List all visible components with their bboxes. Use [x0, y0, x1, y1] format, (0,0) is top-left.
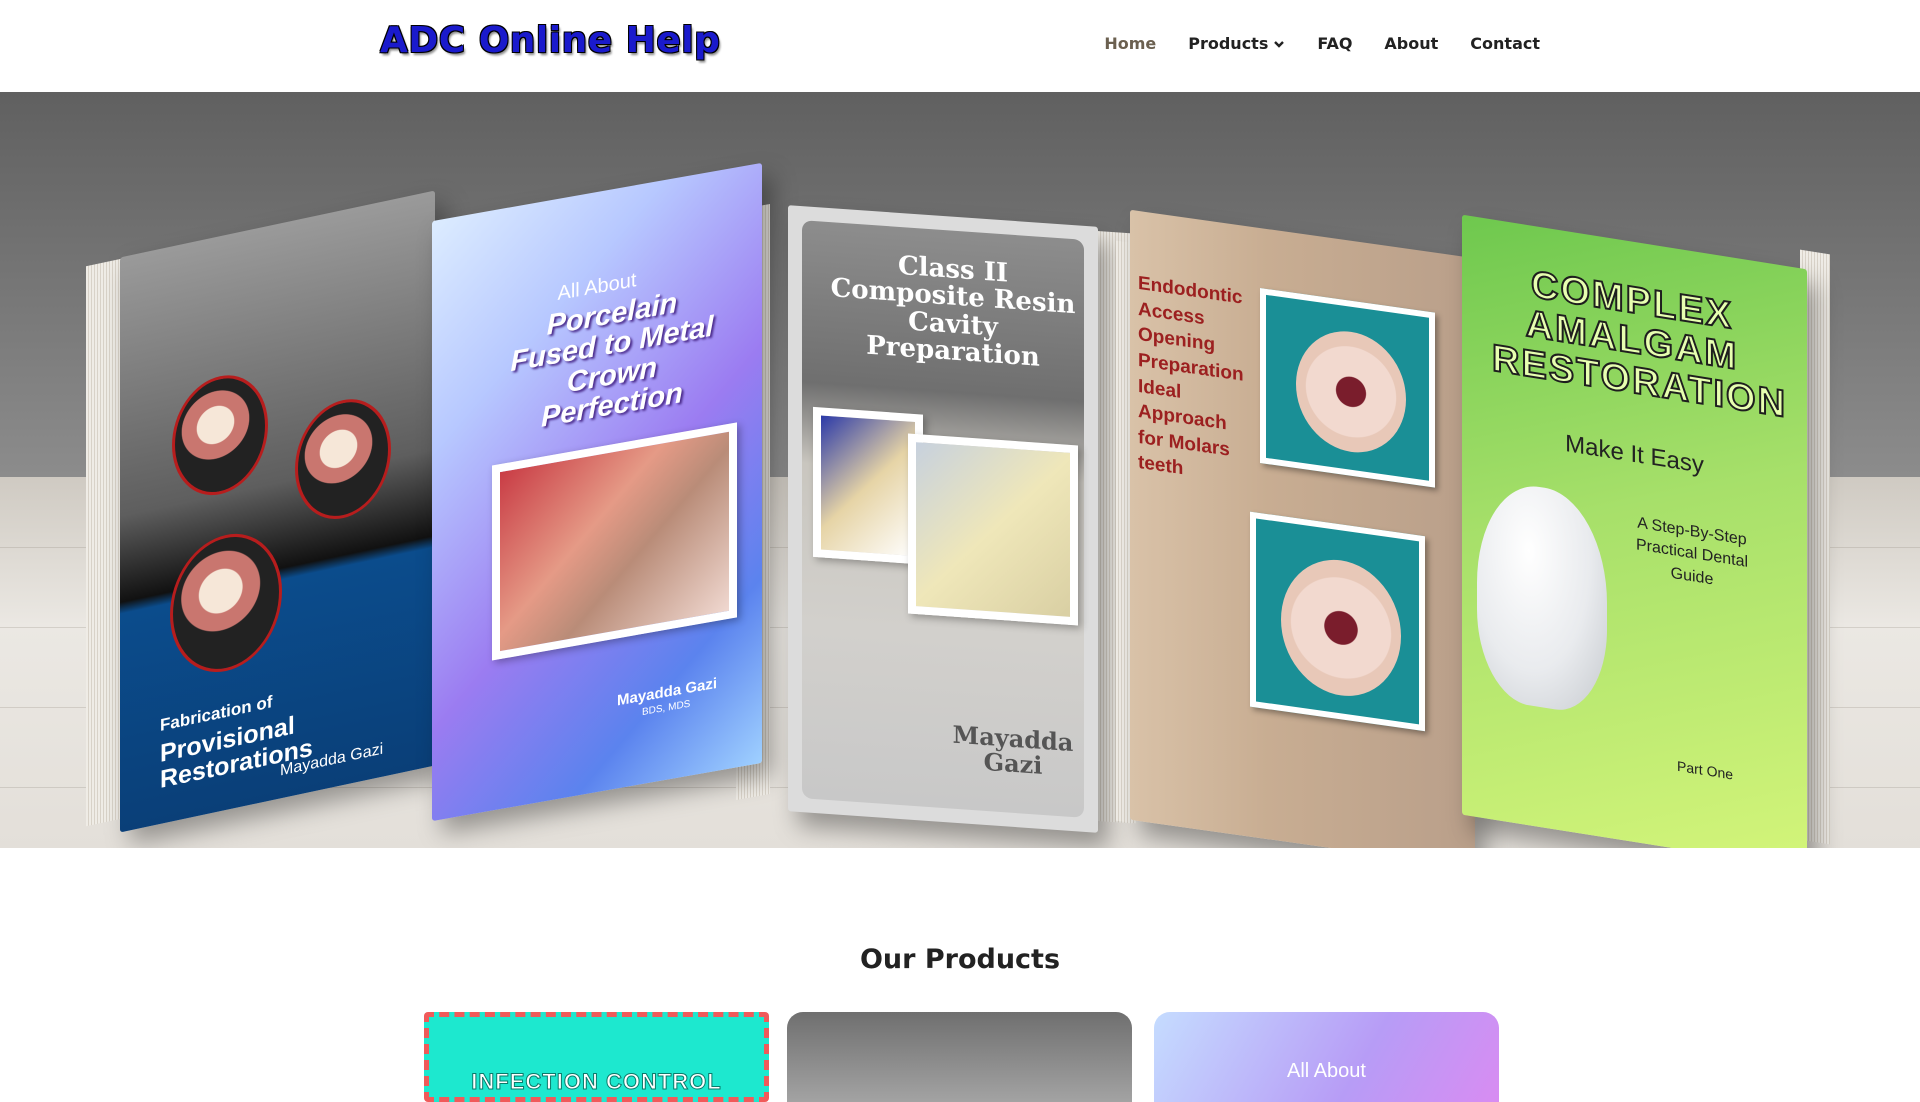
nav-products[interactable]: Products — [1188, 34, 1285, 53]
nav-home[interactable]: Home — [1104, 34, 1156, 53]
book-author: Mayadda Gazi — [952, 719, 1074, 781]
nav-contact-label: Contact — [1470, 34, 1540, 53]
book-class-ii-composite: Class II Composite Resin Cavity Preparat… — [788, 205, 1098, 833]
book-endodontic-access: Endodontic Access Opening Preparation Id… — [1130, 209, 1475, 848]
book-complex-amalgam: COMPLEX AMALGAM RESTORATION Make It Easy… — [1462, 214, 1807, 848]
cover-photo — [170, 523, 282, 683]
cover-photo — [492, 422, 737, 661]
cover-photo — [172, 366, 268, 505]
book-subtitle: Make It Easy — [1565, 430, 1704, 479]
book-part: Part One — [1677, 757, 1734, 783]
top-navbar: ADC Online Help Home Products FAQ About … — [0, 0, 1920, 92]
cover-photo — [1260, 288, 1435, 488]
cover-photo — [813, 406, 923, 565]
chevron-down-icon — [1274, 40, 1285, 48]
nav-products-label: Products — [1188, 34, 1269, 53]
book-title: Endodontic Access Opening Preparation Id… — [1138, 272, 1244, 480]
book-title: Class II Composite Resin Cavity Preparat… — [830, 250, 1076, 373]
nav-about[interactable]: About — [1384, 34, 1438, 53]
product-card-title: INFECTION CONTROL — [471, 1069, 722, 1095]
nav-faq[interactable]: FAQ — [1317, 34, 1352, 53]
book-tagline: A Step-By-Step Practical Dental Guide — [1635, 514, 1749, 589]
book-title: COMPLEX AMALGAM RESTORATION — [1491, 263, 1788, 427]
hero-banner: Fabrication of Provisional Restorations … — [0, 92, 1920, 848]
cover-photo — [1250, 511, 1425, 732]
book-porcelain-fused-to-metal: All About Porcelain Fused to Metal Crown… — [432, 162, 762, 822]
nav-faq-label: FAQ — [1317, 34, 1353, 53]
cover-photo — [908, 433, 1078, 626]
tooth-illustration — [1477, 477, 1607, 718]
main-nav: Home Products FAQ About Contact — [1104, 34, 1540, 53]
site-logo[interactable]: ADC Online Help — [380, 20, 720, 61]
nav-contact[interactable]: Contact — [1470, 34, 1540, 53]
product-card-porcelain[interactable]: All About — [1154, 1012, 1499, 1102]
nav-home-label: Home — [1104, 34, 1157, 53]
nav-about-label: About — [1384, 34, 1439, 53]
section-heading: Our Products — [859, 944, 1061, 975]
product-card-class-ii[interactable] — [787, 1012, 1132, 1102]
book-provisional-restorations: Fabrication of Provisional Restorations … — [120, 190, 435, 833]
product-card-infection-control[interactable]: INFECTION CONTROL — [424, 1012, 769, 1102]
cover-photo — [295, 389, 391, 529]
